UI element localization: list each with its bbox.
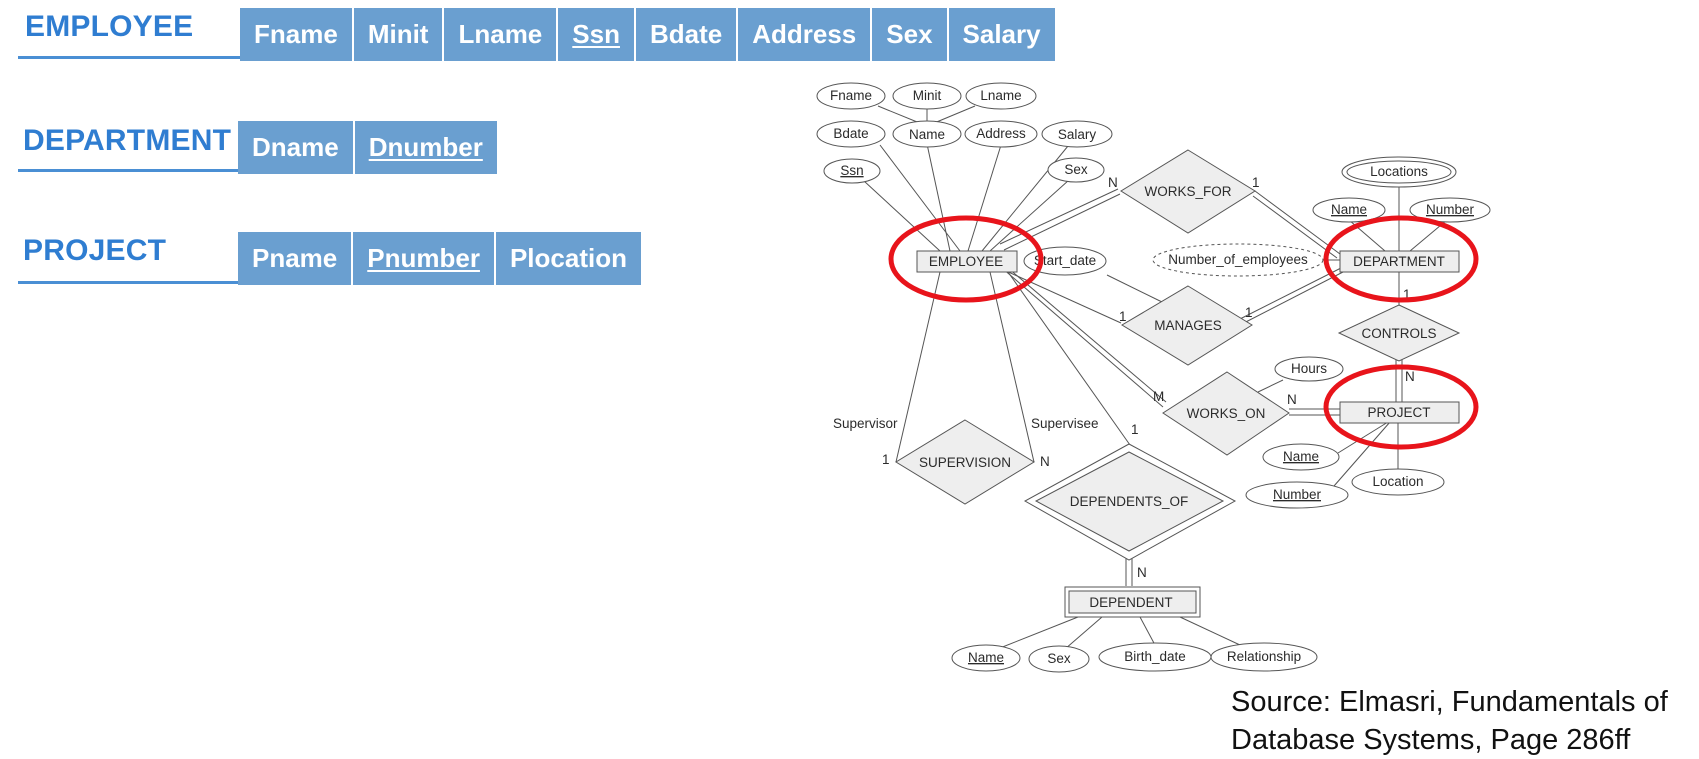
cardinality-label: 1 xyxy=(1131,422,1139,437)
attr-label: Name xyxy=(1283,449,1319,464)
cardinality-label: N xyxy=(1040,454,1050,469)
relationship-controls: CONTROLS xyxy=(1337,304,1461,362)
entity-label: DEPARTMENT xyxy=(1353,254,1445,269)
entity-project: PROJECT xyxy=(1339,401,1460,424)
cardinality-label: N xyxy=(1405,369,1415,384)
entity-dependent: DEPENDENT xyxy=(1064,586,1201,618)
cardinality-label: N xyxy=(1108,175,1118,190)
relationship-label: MANAGES xyxy=(1154,318,1222,333)
relationship-works-for: WORKS_FOR xyxy=(1120,149,1256,234)
attr-label: Number xyxy=(1273,487,1322,502)
relationship-works-on: WORKS_ON xyxy=(1162,371,1290,456)
attr-label: Hours xyxy=(1291,361,1327,376)
cardinality-label: 1 xyxy=(1119,309,1127,324)
relationship-dependents-of: DEPENDENTS_OF xyxy=(1023,443,1237,561)
relationship-label: WORKS_FOR xyxy=(1144,184,1231,199)
attr-label: Address xyxy=(976,126,1026,141)
entity-label: PROJECT xyxy=(1367,405,1430,420)
cardinality-label: N xyxy=(1137,565,1147,580)
attr-label: Location xyxy=(1372,474,1423,489)
attr-label: Relationship xyxy=(1227,649,1301,664)
cardinality-label: 1 xyxy=(1245,305,1253,320)
attr-label: Ssn xyxy=(840,163,863,178)
attr-label: Bdate xyxy=(833,126,868,141)
role-supervisee: Supervisee xyxy=(1031,416,1099,431)
attr-label: Fname xyxy=(830,88,872,103)
role-supervisor: Supervisor xyxy=(833,416,898,431)
attr-label: Sex xyxy=(1064,162,1088,177)
attr-label: Name xyxy=(909,127,945,142)
attr-label: Birth_date xyxy=(1124,649,1186,664)
cardinality-label: 1 xyxy=(882,452,890,467)
source-citation: Source: Elmasri, Fundamentals of Databas… xyxy=(1231,683,1668,759)
attr-label: Sex xyxy=(1047,651,1071,666)
entity-employee: EMPLOYEE xyxy=(916,250,1018,273)
attr-label: Salary xyxy=(1058,127,1097,142)
attr-label: Number_of_employees xyxy=(1168,252,1308,267)
er-diagram: EMPLOYEE DEPARTMENT PROJECT DEPENDENT WO… xyxy=(816,82,1491,673)
attr-label: Lname xyxy=(980,88,1021,103)
entity-department: DEPARTMENT xyxy=(1339,250,1460,273)
relationship-label: SUPERVISION xyxy=(919,455,1011,470)
attr-label: Locations xyxy=(1370,164,1428,179)
source-line: Database Systems, Page 286ff xyxy=(1231,724,1631,756)
attr-label: Name xyxy=(1331,202,1367,217)
attr-label: Name xyxy=(968,650,1004,665)
cardinality-label: N xyxy=(1287,392,1297,407)
attr-label: Minit xyxy=(913,88,942,103)
relationship-label: WORKS_ON xyxy=(1187,406,1266,421)
source-line: Source: Elmasri, Fundamentals of xyxy=(1231,686,1668,718)
cardinality-label: M xyxy=(1153,389,1164,404)
relationship-supervision: SUPERVISION xyxy=(895,419,1035,505)
relationship-label: CONTROLS xyxy=(1361,326,1436,341)
relationship-label: DEPENDENTS_OF xyxy=(1070,494,1189,509)
cardinality-label: 1 xyxy=(1252,175,1260,190)
entity-label: EMPLOYEE xyxy=(929,254,1003,269)
entity-label: DEPENDENT xyxy=(1089,595,1172,610)
relationship-manages: MANAGES xyxy=(1121,285,1253,366)
attr-label: Number xyxy=(1426,202,1475,217)
